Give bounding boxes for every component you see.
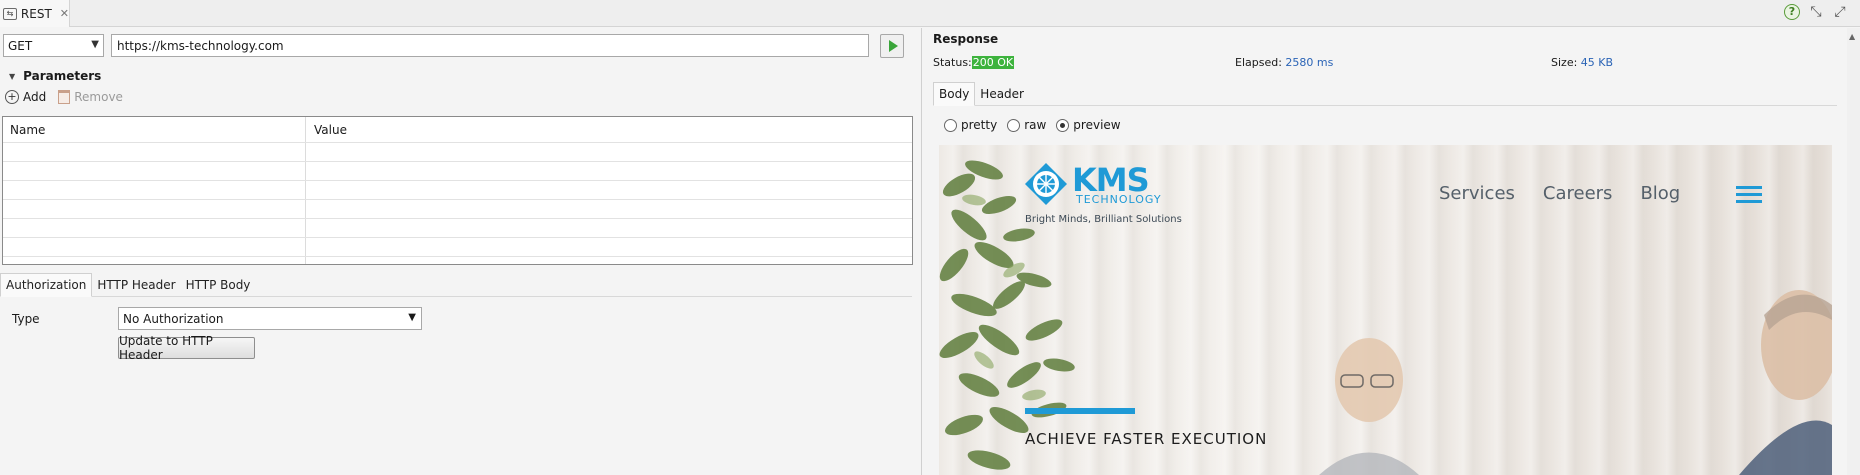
size-value: 45 KB (1580, 56, 1614, 69)
table-row-divider (3, 218, 912, 219)
logo-subtext: TECHNOLOGY (1076, 193, 1162, 206)
table-row-divider (3, 256, 912, 257)
radio-label: preview (1073, 118, 1121, 132)
table-row-divider (3, 180, 912, 181)
response-pane: Response Status:200 OK Elapsed: 2580 ms … (922, 28, 1860, 475)
plus-icon: + (5, 90, 19, 104)
name-column (3, 117, 306, 264)
tab-http-header[interactable]: HTTP Header (92, 273, 180, 297)
response-title: Response (933, 32, 999, 46)
kms-logo-mark-icon (1025, 163, 1067, 205)
trash-icon (58, 90, 71, 104)
table-row-divider (3, 199, 912, 200)
rest-icon: ⇆ (3, 7, 17, 20)
editor-tab-strip: ⇆ REST ✕ ? ⤡ ⤢ (0, 0, 1860, 27)
add-parameter-button[interactable]: + Add (5, 90, 46, 104)
radio-preview[interactable]: preview (1056, 118, 1121, 132)
table-row-divider (3, 142, 912, 143)
view-mode-group: pretty raw preview (944, 118, 1121, 132)
send-button[interactable] (880, 34, 904, 58)
parameters-section-toggle[interactable]: ▼ Parameters (9, 69, 101, 83)
nav-item-services[interactable]: Services (1439, 183, 1515, 204)
chevron-down-icon: ▼ (91, 39, 99, 50)
tab-authorization[interactable]: Authorization (0, 273, 93, 297)
response-preview[interactable]: KMS TECHNOLOGY Bright Minds, Brilliant S… (939, 145, 1832, 475)
parameter-actions: + Add Remove (5, 90, 123, 104)
scroll-up-arrow-icon[interactable]: ▲ (1849, 32, 1855, 41)
maximize-icon[interactable]: ⤢ (1832, 4, 1848, 20)
tagline: Bright Minds, Brilliant Solutions (1025, 214, 1182, 225)
elapsed-value: 2580 ms (1285, 56, 1334, 69)
window-controls: ? ⤡ ⤢ (1784, 4, 1848, 20)
accent-bar (1025, 408, 1135, 414)
site-nav: Services Careers Blog (1439, 183, 1680, 204)
play-icon (888, 40, 898, 52)
response-scrollbar[interactable]: ▲ (1847, 28, 1860, 475)
table-row-divider (3, 237, 912, 238)
table-row-divider (3, 161, 912, 162)
hamburger-line (1736, 186, 1762, 189)
remove-label: Remove (74, 90, 123, 104)
status-field: Status:200 OK (933, 56, 1015, 69)
response-tabs: Body Header (933, 82, 1837, 106)
size-label: Size: (1551, 56, 1578, 69)
status-label: Status: (933, 56, 972, 69)
hamburger-line (1736, 200, 1762, 203)
person-photo (1319, 338, 1419, 475)
remove-parameter-button[interactable]: Remove (58, 90, 123, 104)
expand-triangle-icon: ▼ (9, 71, 16, 81)
size-field: Size: 45 KB (1551, 56, 1613, 69)
tab-header[interactable]: Header (975, 82, 1029, 106)
minimize-icon[interactable]: ⤡ (1808, 4, 1824, 20)
radio-pretty[interactable]: pretty (944, 118, 997, 132)
radio-label: pretty (961, 118, 998, 132)
radio-circle-icon (1007, 118, 1021, 132)
request-tabs: Authorization HTTP Header HTTP Body (0, 273, 912, 297)
url-input[interactable]: https://kms-technology.com (111, 34, 869, 57)
hero-kicker: ACHIEVE FASTER EXECUTION (1025, 430, 1268, 448)
tab-body[interactable]: Body (933, 82, 976, 106)
hamburger-menu-icon[interactable] (1736, 186, 1762, 204)
auth-type-label: Type (12, 312, 40, 326)
method-value: GET (8, 38, 33, 53)
column-header-name[interactable]: Name (3, 117, 45, 142)
nav-item-blog[interactable]: Blog (1640, 183, 1680, 204)
update-to-http-header-button[interactable]: Update to HTTP Header (118, 334, 255, 362)
column-header-value[interactable]: Value (307, 117, 347, 142)
request-pane: GET ▼ https://kms-technology.com ▼ Param… (0, 28, 921, 475)
elapsed-field: Elapsed: 2580 ms (1235, 56, 1333, 69)
auth-type-value: No Authorization (123, 311, 224, 326)
auth-type-select[interactable]: No Authorization ▼ (118, 307, 422, 330)
elapsed-label: Elapsed: (1235, 56, 1282, 69)
response-summary: Status:200 OK Elapsed: 2580 ms Size: 45 … (933, 56, 1833, 72)
tab-rest[interactable]: ⇆ REST ✕ (0, 0, 70, 27)
parameters-title: Parameters (23, 69, 102, 83)
chevron-down-icon: ▼ (408, 312, 416, 323)
person-photo (1739, 290, 1832, 475)
close-icon[interactable]: ✕ (60, 7, 69, 20)
radio-label: raw (1024, 118, 1047, 132)
add-label: Add (23, 90, 47, 104)
status-badge: 200 OK (971, 56, 1015, 69)
url-value: https://kms-technology.com (117, 38, 284, 53)
tab-label: REST (20, 6, 52, 21)
tab-http-body[interactable]: HTTP Body (181, 273, 256, 297)
method-select[interactable]: GET ▼ (3, 34, 104, 57)
radio-selected-icon (1056, 118, 1070, 132)
logo-text: KMS (1072, 161, 1150, 199)
parameters-table[interactable]: Name Value (2, 116, 913, 265)
hamburger-line (1736, 193, 1762, 196)
radio-raw[interactable]: raw (1007, 118, 1046, 132)
help-icon[interactable]: ? (1784, 4, 1800, 20)
radio-circle-icon (944, 118, 957, 132)
nav-item-careers[interactable]: Careers (1543, 183, 1613, 204)
